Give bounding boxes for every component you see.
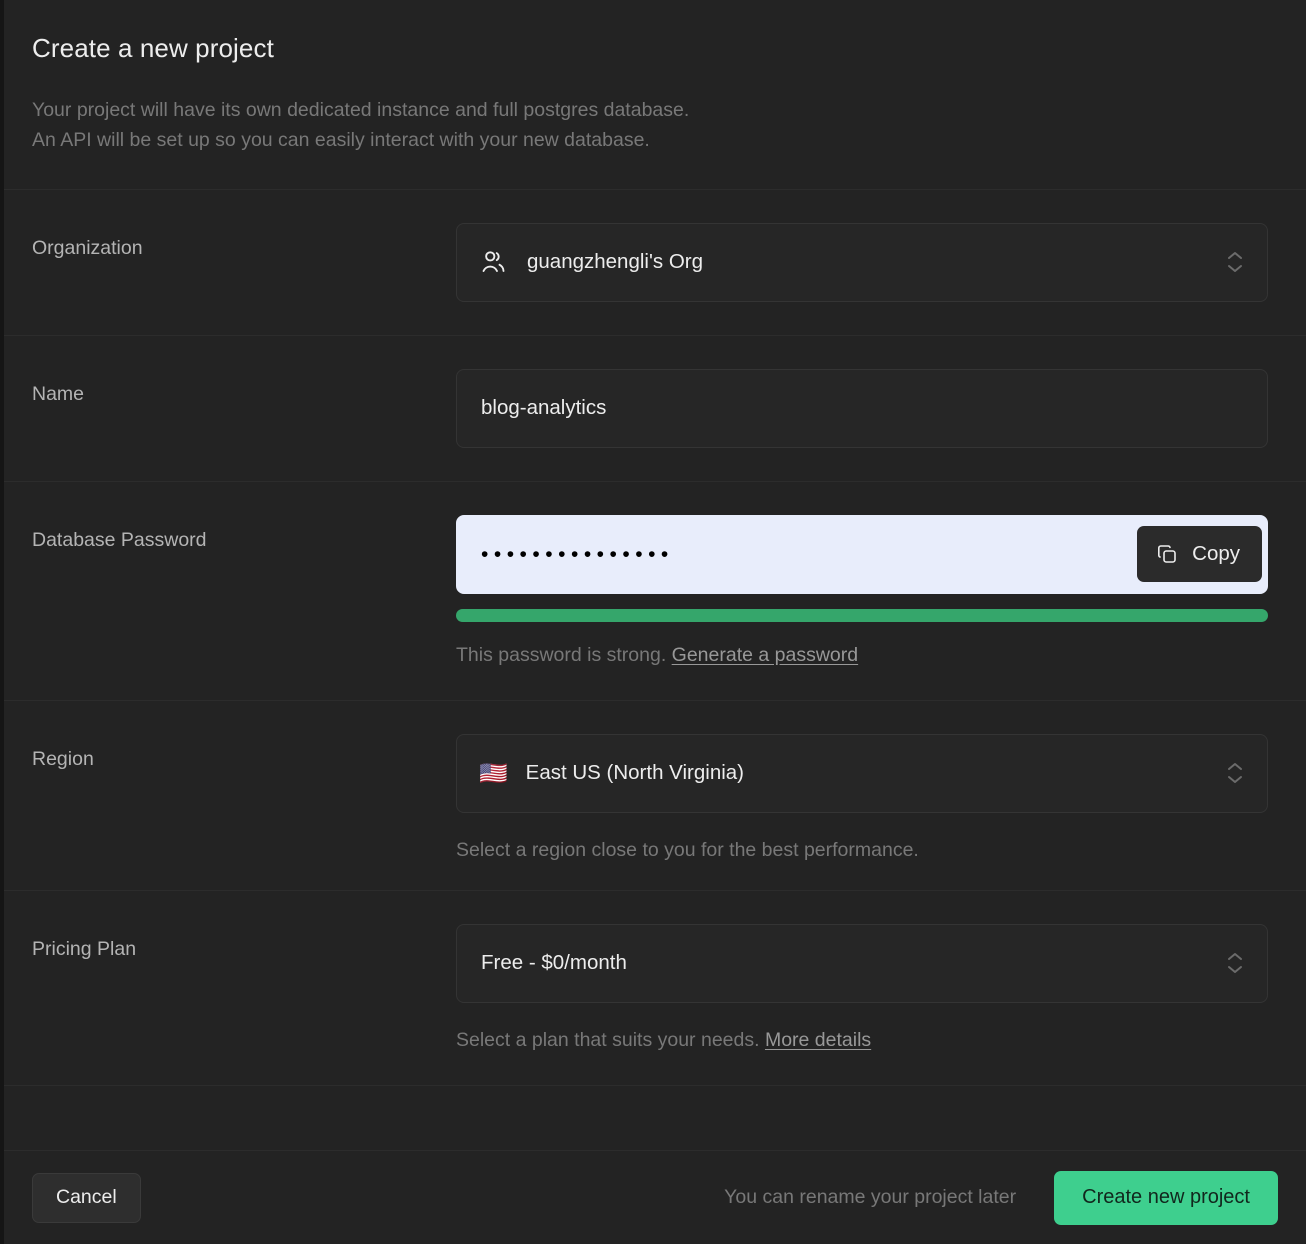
password-strength-hint: This password is strong. Generate a pass… — [456, 644, 1268, 667]
copy-password-button[interactable]: Copy — [1137, 526, 1262, 583]
cancel-button[interactable]: Cancel — [32, 1172, 141, 1223]
password-strength-text: This password is strong. — [456, 643, 667, 666]
description-line-2: An API will be set up so you can easily … — [32, 128, 650, 151]
pricing-plan-label: Pricing Plan — [32, 937, 137, 960]
copy-button-label: Copy — [1192, 542, 1240, 566]
chevron-up-down-icon — [1227, 251, 1243, 273]
pricing-plan-value: Free - $0/month — [481, 951, 627, 975]
pricing-plan-hint: Select a plan that suits your needs. Mor… — [456, 1029, 1268, 1052]
more-details-link[interactable]: More details — [765, 1029, 871, 1051]
page-title: Create a new project — [32, 33, 274, 63]
password-input-wrapper: ••••••••••••••• Copy — [456, 514, 1268, 594]
region-hint: Select a region close to you for the bes… — [456, 838, 919, 861]
password-strength-bar — [456, 608, 1268, 622]
project-name-value: blog-analytics — [481, 396, 607, 420]
dialog-header: Create a new project Your project will h… — [4, 0, 1306, 190]
generate-password-link[interactable]: Generate a password — [672, 644, 858, 666]
pricing-plan-row: Pricing Plan Free - $0/month Select a pl… — [4, 891, 1306, 1086]
region-select[interactable]: 🇺🇸 East US (North Virginia) — [456, 733, 1268, 813]
database-password-field: ••••••••••••••• Copy This password is st… — [456, 514, 1268, 667]
name-row: Name blog-analytics — [4, 336, 1306, 482]
description-line-1: Your project will have its own dedicated… — [32, 98, 690, 121]
us-flag-icon: 🇺🇸 — [479, 759, 508, 786]
region-field: 🇺🇸 East US (North Virginia) Select a reg… — [456, 733, 1268, 862]
copy-icon — [1155, 542, 1179, 566]
chevron-up-down-icon — [1227, 762, 1243, 784]
pricing-plan-hint-text: Select a plan that suits your needs. — [456, 1028, 760, 1051]
organization-value: guangzhengli's Org — [527, 250, 704, 274]
users-icon — [479, 247, 509, 277]
organization-label: Organization — [32, 236, 143, 259]
organization-row: Organization guangzhengli's Org — [4, 190, 1306, 336]
dialog-footer: Cancel You can rename your project later… — [4, 1150, 1306, 1244]
create-project-dialog: Create a new project Your project will h… — [0, 0, 1306, 1244]
database-password-row: Database Password ••••••••••••••• Copy T… — [4, 482, 1306, 701]
password-masked-value: ••••••••••••••• — [481, 542, 674, 566]
region-row: Region 🇺🇸 East US (North Virginia) Selec… — [4, 701, 1306, 891]
dialog-body: Organization guangzhengli's Org Name blo… — [4, 190, 1306, 1150]
chevron-up-down-icon — [1227, 952, 1243, 974]
region-label: Region — [32, 747, 94, 770]
create-new-project-button[interactable]: Create new project — [1054, 1170, 1278, 1225]
region-value: East US (North Virginia) — [525, 761, 745, 785]
pricing-plan-field: Free - $0/month Select a plan that suits… — [456, 923, 1268, 1052]
organization-field: guangzhengli's Org — [456, 222, 1268, 302]
pricing-plan-select[interactable]: Free - $0/month — [456, 923, 1268, 1003]
name-label: Name — [32, 382, 85, 405]
dialog-description: Your project will have its own dedicated… — [32, 95, 1278, 155]
database-password-label: Database Password — [32, 528, 207, 551]
rename-note: You can rename your project later — [724, 1186, 1017, 1208]
project-name-input[interactable]: blog-analytics — [456, 368, 1268, 448]
name-field: blog-analytics — [456, 368, 1268, 448]
organization-select[interactable]: guangzhengli's Org — [456, 222, 1268, 302]
